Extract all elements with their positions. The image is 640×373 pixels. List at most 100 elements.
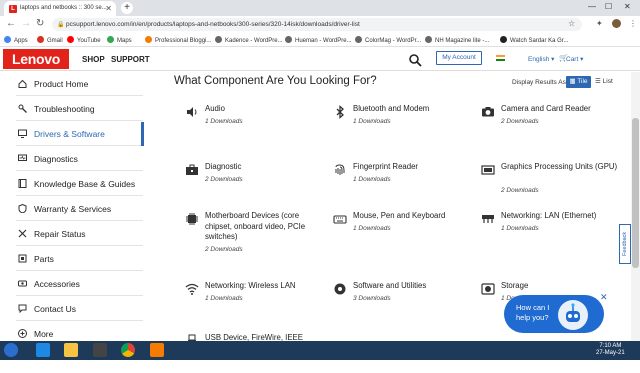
chat-bubble[interactable]: How can I help you? (504, 295, 604, 333)
close-tab-icon[interactable]: ✕ (105, 4, 112, 13)
component-tile[interactable]: Fingerprint Reader 1 Downloads (333, 162, 473, 202)
sidebar-nav: Product Home Troubleshooting Drivers & Sof… (16, 72, 144, 346)
bookmark-item[interactable]: Apps (4, 36, 28, 44)
tile-view-button[interactable]: ▦ Tile (566, 76, 591, 88)
lenovo-favicon-icon: L (9, 5, 17, 13)
chat-close-icon[interactable]: ✕ (600, 292, 608, 303)
bookmark-label: Kadence - WordPre... (225, 38, 283, 44)
browser-menu-icon[interactable]: ⋮ (629, 19, 637, 29)
lan-icon (482, 215, 494, 223)
component-tile[interactable]: Bluetooth and Modem 1 Downloads (333, 104, 473, 144)
sidebar-item-label: Contact Us (34, 304, 77, 314)
extensions-icon[interactable]: ✦ (596, 19, 603, 29)
component-download-count: 1 Downloads (353, 118, 391, 125)
component-title: Diagnostic (205, 162, 242, 171)
new-tab-button[interactable]: + (121, 2, 133, 14)
component-tile[interactable]: Camera and Card Reader 2 Downloads (481, 104, 621, 144)
bookmark-item[interactable]: NH Magazine lite -... (425, 36, 489, 44)
scrollbar-thumb[interactable] (632, 118, 639, 268)
component-tile[interactable]: Mouse, Pen and Keyboard 1 Downloads (333, 211, 473, 251)
minimize-icon[interactable]: — (588, 2, 596, 11)
accessories-icon (18, 280, 27, 287)
component-tile[interactable]: Audio 1 Downloads (185, 104, 325, 144)
sidebar-item[interactable]: Warranty & Services (16, 197, 143, 221)
bookmark-label: Hueman - WordPre... (295, 38, 352, 44)
bookmark-item[interactable]: Watch Sardar Ka Gr... (500, 36, 568, 44)
toolbox-icon (186, 164, 198, 175)
bookmark-label: Maps (117, 38, 132, 44)
feedback-tab[interactable]: Feedback (619, 224, 631, 264)
app-icon[interactable] (150, 343, 164, 357)
sidebar-item-label: More (34, 329, 54, 339)
bookmark-item[interactable]: Professional Bloggi... (145, 36, 211, 44)
bookmark-item[interactable]: Gmail (37, 36, 63, 44)
sidebar-item[interactable]: Diagnostics (16, 147, 143, 171)
sidebar-item[interactable]: Repair Status (16, 222, 143, 246)
close-window-icon[interactable]: ✕ (624, 2, 631, 11)
sidebar-item-label: Accessories (34, 279, 80, 289)
component-tile[interactable]: Graphics Processing Units (GPU) 2 Downloa… (481, 162, 621, 202)
bookmark-label: Watch Sardar Ka Gr... (510, 38, 569, 44)
display-results-label: Display Results As: (512, 79, 568, 86)
chat-icon (18, 304, 27, 313)
component-tile[interactable]: Motherboard Devices (core chipset, onboa… (185, 211, 325, 253)
url-field[interactable]: pcsupport.lenovo.com/in/en/products/lapt… (52, 18, 582, 31)
sidebar-item[interactable]: Troubleshooting (16, 97, 143, 121)
bookmark-favicon-icon (37, 36, 44, 43)
file-explorer-icon[interactable] (64, 343, 78, 357)
bookmark-item[interactable]: Hueman - WordPre... (285, 36, 352, 44)
sidebar-item-label: Parts (34, 254, 54, 264)
chrome-icon[interactable] (121, 343, 135, 357)
forward-icon[interactable]: → (21, 19, 31, 29)
nav-shop[interactable]: SHOP (82, 55, 105, 64)
chatbot-avatar-icon[interactable] (558, 300, 588, 330)
taskbar-clock[interactable]: 7:10 AM 27-May-21 (596, 343, 625, 357)
india-flag-icon[interactable] (496, 55, 505, 61)
sidebar-item[interactable]: Accessories (16, 272, 143, 296)
lenovo-logo[interactable]: Lenovo (3, 49, 69, 69)
list-view-button[interactable]: ☰ List (595, 76, 619, 88)
internet-explorer-icon[interactable] (36, 343, 50, 357)
bookmarks-bar: Apps Gmail YouTube Maps Professional Bloggi.… (0, 33, 640, 47)
component-tile[interactable]: Networking: Wireless LAN 1 Downloads (185, 281, 325, 321)
sidebar-item-label: Product Home (34, 79, 89, 89)
component-tile[interactable]: Diagnostic 2 Downloads (185, 162, 325, 202)
component-download-count: 1 Downloads (205, 295, 243, 302)
cart-dropdown[interactable]: Cart ▾ (566, 55, 583, 63)
bookmark-label: Gmail (47, 38, 63, 44)
sidebar-item[interactable]: Product Home (16, 72, 143, 96)
lock-icon[interactable]: 🔒 (57, 21, 64, 28)
sidebar-item[interactable]: Knowledge Base & Guides (16, 172, 143, 196)
my-account-button[interactable]: My Account (436, 51, 482, 65)
reload-icon[interactable]: ↻ (36, 19, 44, 29)
back-icon[interactable]: ← (6, 19, 16, 29)
windows-start-icon[interactable] (4, 343, 18, 357)
sidebar-item[interactable]: Contact Us (16, 297, 143, 321)
wifi-icon (185, 283, 199, 295)
bookmark-star-icon[interactable]: ☆ (568, 19, 575, 29)
component-title: Networking: LAN (Ethernet) (501, 211, 597, 220)
bookmark-favicon-icon (67, 36, 74, 43)
component-title: Storage (501, 281, 529, 290)
bookmark-item[interactable]: Maps (107, 36, 132, 44)
diagnostic-icon (18, 154, 27, 161)
bookmark-item[interactable]: ColorMag - WordPr... (355, 36, 421, 44)
bookmark-item[interactable]: Kadence - WordPre... (215, 36, 283, 44)
sidebar-item[interactable]: Parts (16, 247, 143, 271)
language-selector[interactable]: English ▾ (528, 55, 554, 63)
media-player-icon[interactable] (93, 343, 107, 357)
bookmark-item[interactable]: YouTube (67, 36, 101, 44)
bluetooth-icon (336, 105, 344, 119)
more-icon (18, 329, 27, 338)
nav-support[interactable]: SUPPORT (111, 55, 150, 64)
search-icon[interactable] (408, 53, 422, 67)
sidebar-item-label: Drivers & Software (34, 129, 105, 139)
component-tile[interactable]: Networking: LAN (Ethernet) 1 Downloads (481, 211, 621, 251)
browser-tab[interactable]: L laptops and netbooks :: 300 se... ✕ (4, 1, 116, 16)
bookmark-label: YouTube (77, 38, 101, 44)
component-tile[interactable]: Software and Utilities 3 Downloads (333, 281, 473, 321)
maximize-icon[interactable]: ☐ (605, 2, 612, 11)
component-title: Networking: Wireless LAN (205, 281, 296, 290)
profile-avatar[interactable] (612, 19, 621, 28)
sidebar-item[interactable]: Drivers & Software (16, 122, 143, 146)
